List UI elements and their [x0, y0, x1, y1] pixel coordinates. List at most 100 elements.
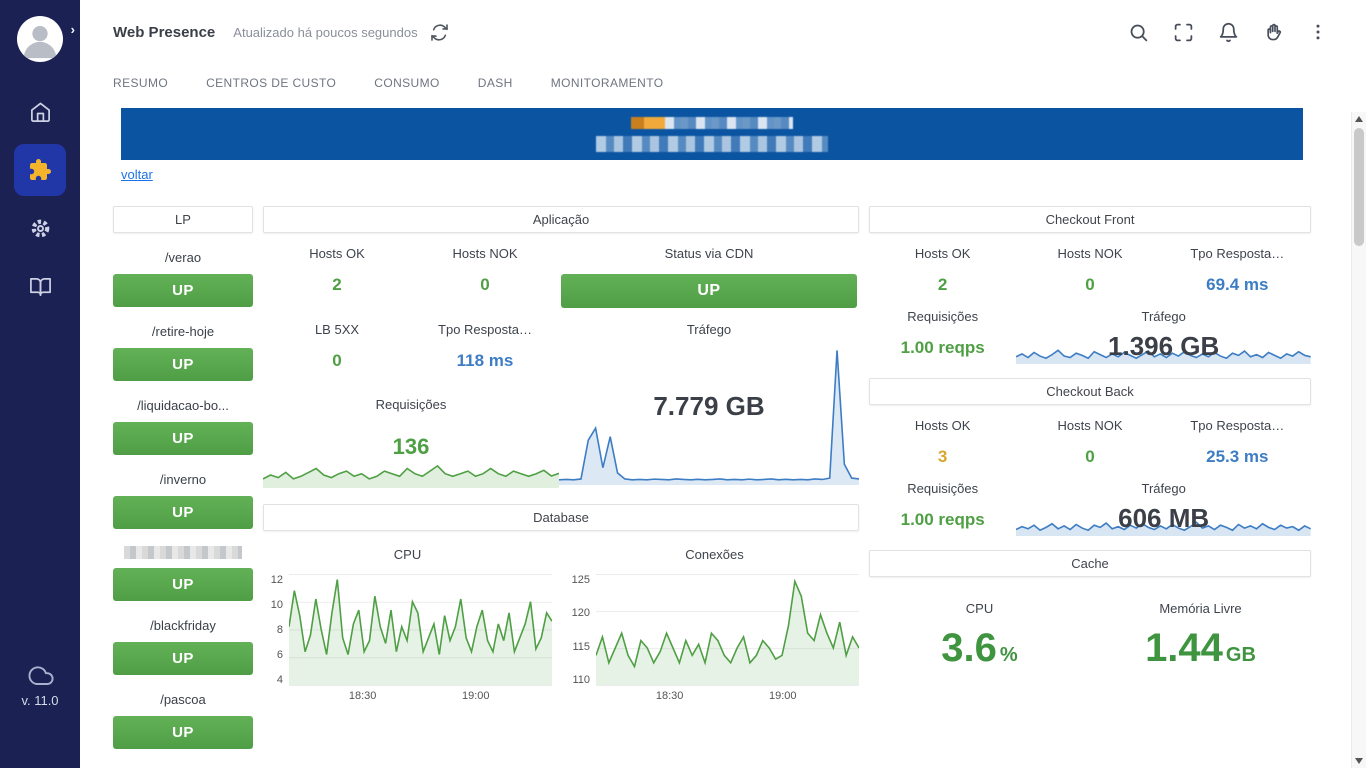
lp-endpoint-list: /verao UP /retire-hoje UP /liquidacao-bo… — [113, 250, 253, 749]
conexoes-y-axis: 125 120 115 110 — [570, 574, 596, 686]
scrollbar-thumb[interactable] — [1354, 128, 1364, 246]
sidebar-item-settings[interactable] — [14, 202, 66, 254]
stat-hosts-ok: Hosts OK 2 — [869, 233, 1016, 295]
stat-value: 1.00 reqps — [869, 338, 1016, 358]
stat-value: 3 — [869, 447, 1016, 467]
tab-centros-de-custo[interactable]: CENTROS DE CUSTO — [206, 76, 336, 90]
fullscreen-icon[interactable] — [1173, 22, 1194, 43]
last-updated-text: Atualizado há poucos segundos — [233, 25, 417, 40]
refresh-icon[interactable] — [430, 23, 449, 42]
cpu-chart-block: CPU 12 10 8 6 4 — [263, 539, 552, 704]
stat-tpo-resposta: Tpo Resposta… 69.4 ms — [1164, 233, 1311, 295]
panel-title-cache[interactable]: Cache — [869, 550, 1311, 577]
lp-endpoint-label: /verao — [113, 250, 253, 265]
hand-grab-icon[interactable] — [1263, 22, 1284, 43]
kebab-menu-icon[interactable] — [1308, 22, 1328, 42]
cpu-chart[interactable] — [289, 574, 552, 686]
lp-status-button[interactable]: UP — [113, 496, 253, 529]
conexoes-chart-block: Conexões 125 120 115 110 — [570, 539, 859, 704]
vertical-scrollbar[interactable] — [1351, 112, 1366, 768]
redacted-banner-line-2 — [596, 136, 828, 152]
search-icon[interactable] — [1128, 22, 1149, 43]
conexoes-x-axis: 18:30 19:00 — [596, 686, 859, 704]
stat-trafego: Tráfego 7.779 GB — [559, 322, 859, 485]
info-banner — [121, 108, 1303, 160]
panel-title-lp[interactable]: LP — [113, 206, 253, 233]
person-icon — [17, 16, 63, 62]
stat-trafego: Tráfego 606 MB — [1016, 481, 1311, 536]
avatar[interactable] — [17, 16, 63, 62]
stat-value: 0 — [1016, 275, 1163, 295]
stat-requisicoes: Requisições 1.00 reqps — [869, 481, 1016, 536]
stat-memoria-livre: Memória Livre 1.44GB — [1090, 589, 1311, 671]
stat-value: 1.396 GB — [1016, 328, 1311, 364]
conexoes-chart[interactable] — [596, 574, 859, 686]
sidebar: › — [0, 0, 80, 768]
stat-requisicoes: Requisições 1.00 reqps — [869, 309, 1016, 364]
panel-title-checkout-back[interactable]: Checkout Back — [869, 378, 1311, 405]
redacted-banner-line-1 — [631, 117, 793, 129]
voltar-link[interactable]: voltar — [121, 167, 153, 182]
gear-icon — [29, 217, 52, 240]
sidebar-expand-chevron-icon[interactable]: › — [71, 22, 75, 37]
topbar: Web Presence Atualizado há poucos segund… — [80, 0, 1366, 64]
stat-value: 0 — [263, 351, 411, 371]
stat-value: 606 MB — [1016, 500, 1311, 536]
stat-requisicoes: Requisições 136 — [263, 385, 559, 488]
lp-status-button[interactable]: UP — [113, 716, 253, 749]
lp-status-button[interactable]: UP — [113, 568, 253, 601]
tab-consumo[interactable]: CONSUMO — [374, 76, 439, 90]
lp-endpoint-item: /inverno UP — [113, 472, 253, 529]
tab-dash[interactable]: DASH — [478, 76, 513, 90]
stat-value: 25.3 ms — [1164, 447, 1311, 467]
cdn-status-button[interactable]: UP — [561, 274, 857, 308]
page-title: Web Presence — [113, 24, 215, 41]
stat-value: 2 — [869, 275, 1016, 295]
sidebar-item-apps-active[interactable] — [14, 144, 66, 196]
cloud-icon — [25, 663, 55, 687]
lp-status-button[interactable]: UP — [113, 422, 253, 455]
panel-checkout-back: Checkout Back Hosts OK 3 Hosts NOK 0 Tpo… — [869, 378, 1311, 536]
dashboard-content: voltar LP /verao UP /retire-hoje UP /liq… — [80, 106, 1366, 749]
scroll-up-arrow-icon[interactable] — [1355, 116, 1363, 122]
lp-status-button[interactable]: UP — [113, 642, 253, 675]
panel-lp: LP /verao UP /retire-hoje UP /liquidacao… — [113, 206, 253, 749]
lp-endpoint-label: /retire-hoje — [113, 324, 253, 339]
scroll-down-arrow-icon[interactable] — [1355, 758, 1363, 764]
panel-aplicacao: Aplicação Hosts OK 2 Hosts NOK 0 — [263, 206, 859, 488]
lp-status-button[interactable]: UP — [113, 274, 253, 307]
app-version: v. 11.0 — [21, 693, 58, 708]
stat-value: 1.44GB — [1145, 626, 1256, 671]
stat-value: 1.00 reqps — [869, 510, 1016, 530]
lp-endpoint-item: /liquidacao-bo... UP — [113, 398, 253, 455]
stat-trafego: Tráfego 1.396 GB — [1016, 309, 1311, 364]
lp-endpoint-item: /retire-hoje UP — [113, 324, 253, 381]
stat-hosts-nok: Hosts NOK 0 — [411, 233, 559, 309]
sidebar-item-docs[interactable] — [14, 260, 66, 312]
stat-value: 0 — [1016, 447, 1163, 467]
panel-checkout-front: Checkout Front Hosts OK 2 Hosts NOK 0 Tp… — [869, 206, 1311, 364]
middle-column: Aplicação Hosts OK 2 Hosts NOK 0 — [263, 206, 859, 704]
lp-endpoint-label: /liquidacao-bo... — [113, 398, 253, 413]
right-column: Checkout Front Hosts OK 2 Hosts NOK 0 Tp… — [869, 206, 1311, 671]
lp-status-button[interactable]: UP — [113, 348, 253, 381]
stat-hosts-nok: Hosts NOK 0 — [1016, 405, 1163, 467]
stat-value: 136 — [263, 434, 559, 460]
notifications-bell-icon[interactable] — [1218, 22, 1239, 43]
lp-endpoint-item: UP — [113, 546, 253, 601]
stat-value: 2 — [263, 275, 411, 295]
home-icon — [29, 101, 52, 124]
lp-endpoint-label: /pascoa — [113, 692, 253, 707]
panel-title-aplicacao[interactable]: Aplicação — [263, 206, 859, 233]
cpu-y-axis: 12 10 8 6 4 — [263, 574, 289, 686]
tab-monitoramento[interactable]: MONITORAMENTO — [551, 76, 664, 90]
panel-title-checkout-front[interactable]: Checkout Front — [869, 206, 1311, 233]
lp-endpoint-label — [124, 546, 242, 559]
sidebar-item-home[interactable] — [14, 86, 66, 138]
panel-title-database[interactable]: Database — [263, 504, 859, 531]
tab-resumo[interactable]: RESUMO — [113, 76, 168, 90]
cpu-x-axis: 18:30 19:00 — [289, 686, 552, 704]
stat-cache-cpu: CPU 3.6% — [869, 589, 1090, 671]
main-area: Web Presence Atualizado há poucos segund… — [80, 0, 1366, 768]
stat-hosts-ok: Hosts OK 2 — [263, 233, 411, 309]
